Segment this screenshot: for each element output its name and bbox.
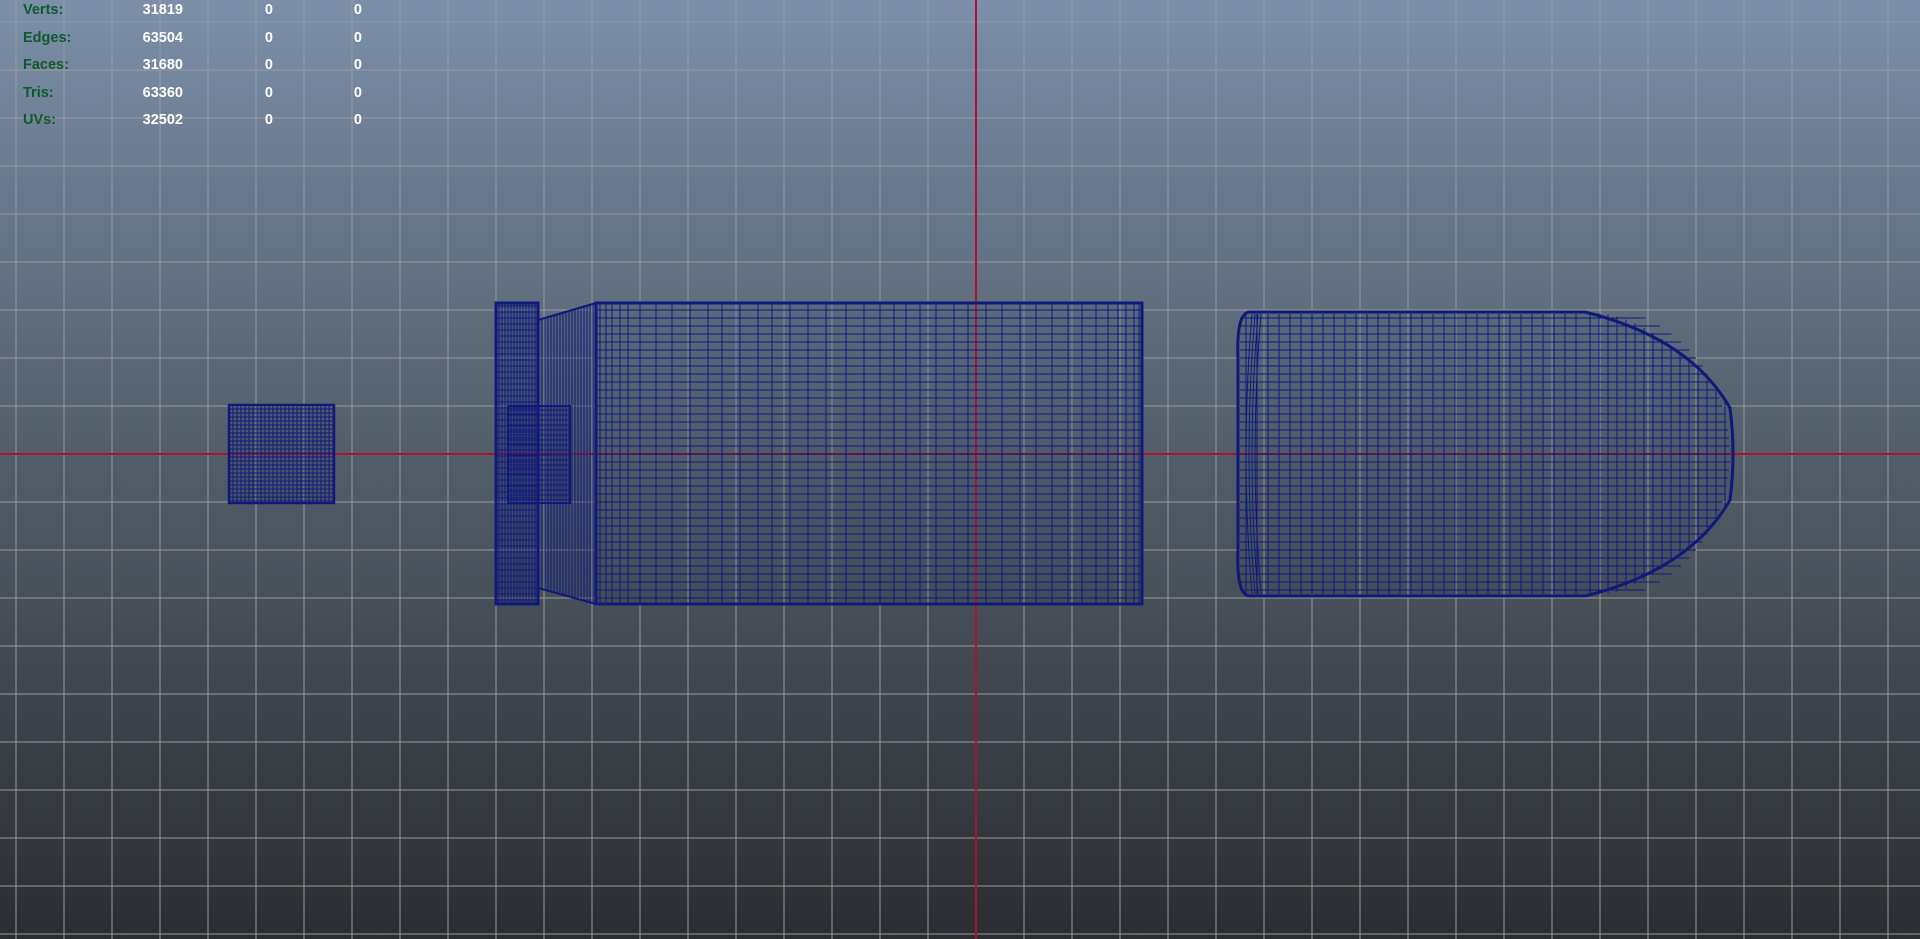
hud-row-edges: Edges: 63504 0 0 [0, 28, 380, 48]
hud-value: 0 [353, 2, 362, 18]
modeling-viewport[interactable]: Verts: 31819 0 0 Edges: 63504 0 0 Faces:… [0, 0, 1920, 939]
hud-value: 0 [353, 112, 362, 128]
hud-value: 0 [264, 57, 273, 73]
casing-mesh[interactable] [494, 301, 1144, 606]
hud-row-faces: Faces: 31680 0 0 [0, 55, 380, 75]
hud-label: UVs: [23, 112, 57, 128]
hud-value: 0 [264, 112, 273, 128]
hud-row-verts: Verts: 31819 0 0 [0, 0, 380, 20]
scene-canvas[interactable] [0, 0, 1920, 939]
bullet-mesh[interactable] [1236, 310, 1735, 598]
hud-value: 0 [353, 85, 362, 101]
hud-label: Edges: [23, 30, 72, 46]
hud-value: 31680 [142, 57, 183, 73]
hud-value: 0 [264, 2, 273, 18]
hud-row-tris: Tris: 63360 0 0 [0, 83, 380, 103]
hud-label: Verts: [23, 2, 64, 18]
hud-value: 0 [264, 30, 273, 46]
hud-row-uvs: UVs: 32502 0 0 [0, 110, 380, 130]
hud-label: Tris: [23, 85, 54, 101]
hud-value: 31819 [142, 2, 183, 18]
hud-value: 63504 [142, 30, 183, 46]
poly-count-hud: Verts: 31819 0 0 Edges: 63504 0 0 Faces:… [0, 0, 380, 135]
hud-label: Faces: [23, 57, 69, 73]
hud-value: 0 [353, 30, 362, 46]
hud-value: 32502 [142, 112, 183, 128]
hud-value: 63360 [142, 85, 183, 101]
primer-mesh[interactable] [227, 403, 336, 505]
hud-value: 0 [264, 85, 273, 101]
hud-value: 0 [353, 57, 362, 73]
